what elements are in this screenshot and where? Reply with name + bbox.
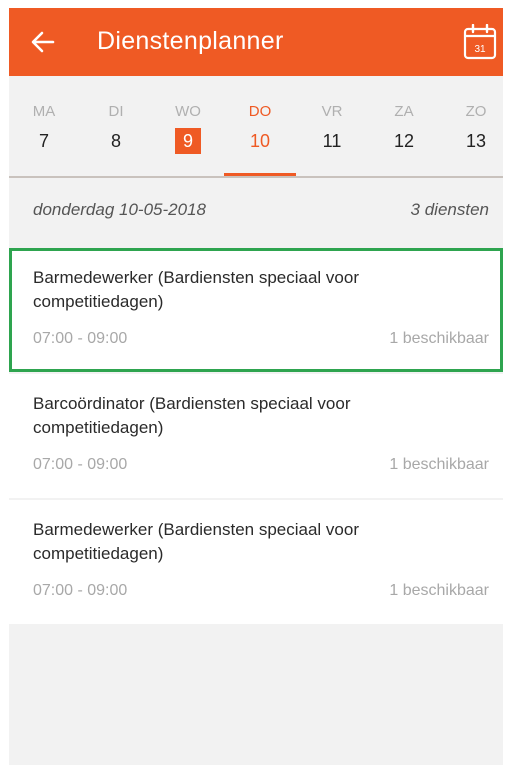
day-number: 8 [110,131,121,151]
day-number: 12 [393,131,415,151]
day-label: ZA [394,103,414,120]
selected-day-indicator [224,173,296,176]
day-label: MA [32,103,56,120]
day-number: 13 [465,131,487,151]
day-label: DO [248,103,272,120]
day-label: ZO [465,103,487,120]
shift-availability: 1 beschikbaar [389,456,489,473]
day-label: WO [175,103,201,120]
day-monday[interactable]: MA 7 [24,102,64,154]
day-label: VR [321,103,343,120]
shift-card[interactable]: Barmedewerker (Bardiensten speciaal voor… [9,500,503,624]
calendar-day-number: 31 [474,44,486,55]
shift-time: 07:00 - 09:00 [33,456,128,473]
day-thursday[interactable]: DO 10 [240,102,280,154]
day-tuesday[interactable]: DI 8 [96,102,136,154]
shift-name: Barcoördinator (Bardiensten speciaal voo… [33,394,351,437]
date-summary: donderdag 10-05-2018 3 diensten [9,178,503,242]
shift-name: Barmedewerker (Bardiensten speciaal voor… [33,520,359,563]
shift-availability: 1 beschikbaar [389,330,489,347]
day-sunday[interactable]: ZO 13 [456,102,496,154]
day-number: 7 [38,131,49,151]
selected-date: donderdag 10-05-2018 [33,200,206,219]
day-saturday[interactable]: ZA 12 [384,102,424,154]
shift-availability: 1 beschikbaar [389,582,489,599]
day-number: 10 [249,131,271,151]
page-title: Dienstenplanner [97,27,284,55]
calendar-icon[interactable]: 31 [463,23,497,60]
day-wednesday[interactable]: WO 9 [168,102,208,154]
day-number-today: 9 [175,128,201,154]
day-friday[interactable]: VR 11 [312,102,352,154]
shift-time: 07:00 - 09:00 [33,582,128,599]
shift-card[interactable]: Barcoördinator (Bardiensten speciaal voo… [9,374,503,498]
arrow-left-icon[interactable] [29,28,57,56]
shift-card[interactable]: Barmedewerker (Bardiensten speciaal voor… [9,248,503,372]
shift-name: Barmedewerker (Bardiensten speciaal voor… [33,268,359,311]
app-screen: Dienstenplanner 31 MA 7 DI 8 WO 9 DO 10 [9,8,503,765]
day-number: 11 [322,131,342,151]
shift-time: 07:00 - 09:00 [33,330,128,347]
day-label: DI [108,103,124,120]
app-bar: Dienstenplanner 31 [9,8,503,76]
shift-count: 3 diensten [410,200,489,219]
week-day-selector: MA 7 DI 8 WO 9 DO 10 VR 11 ZA 12 ZO 13 [9,76,503,178]
